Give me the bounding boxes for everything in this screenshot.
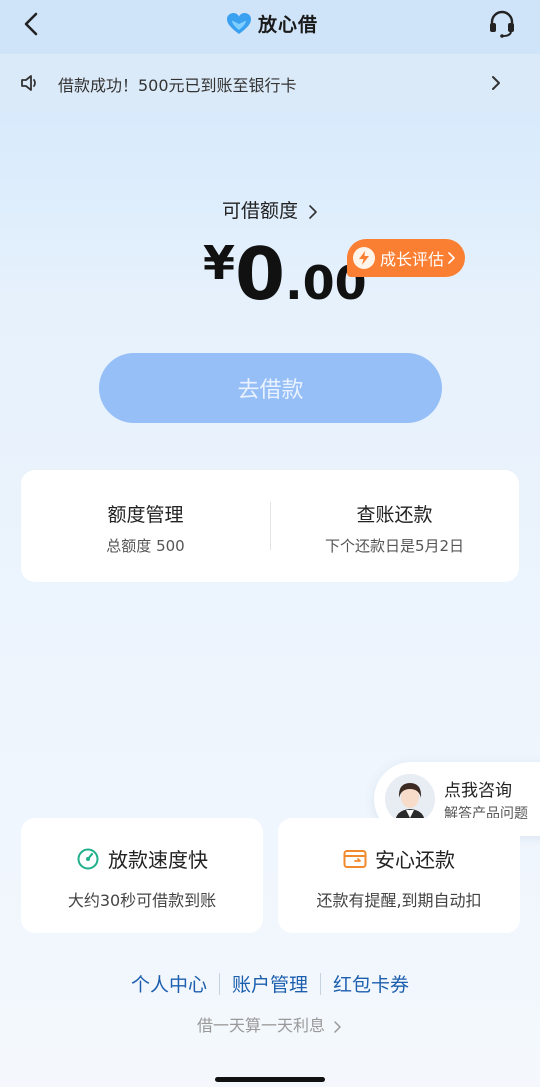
interest-note[interactable]: 借一天算一天利息	[0, 1012, 540, 1036]
repay-title: 查账还款	[356, 504, 433, 526]
agent-avatar	[385, 774, 435, 824]
growth-assessment-button[interactable]: 成长评估	[347, 239, 465, 277]
chevron-right-icon	[492, 76, 500, 90]
lightning-icon	[353, 247, 375, 269]
wallet-icon	[343, 849, 367, 868]
notice-text: 借款成功！500元已到账至银行卡	[58, 76, 297, 95]
feature-title: 放款速度快	[108, 848, 208, 872]
growth-label: 成长评估	[380, 250, 445, 269]
feature-desc: 大约30秒可借款到账	[67, 891, 217, 910]
speaker-icon	[21, 75, 36, 91]
divider	[218, 972, 220, 995]
consult-title: 点我咨询	[444, 781, 512, 801]
amount-integer: 0	[235, 232, 286, 316]
feature-card-fast: 放款速度快 大约30秒可借款到账	[21, 818, 263, 933]
app-logo: 放心借	[226, 10, 318, 37]
available-credit-link[interactable]: 可借额度	[0, 196, 540, 223]
home-indicator[interactable]	[215, 1077, 325, 1082]
back-arrow-icon[interactable]	[18, 10, 46, 38]
headset-icon[interactable]	[486, 8, 518, 40]
coupons-link[interactable]: 红包卡券	[333, 970, 409, 997]
feature-title: 安心还款	[375, 848, 455, 872]
borrow-button[interactable]: 去借款	[99, 353, 442, 423]
app-title: 放心借	[258, 14, 319, 36]
currency-symbol: ¥	[203, 236, 236, 290]
feature-card-repay: 安心还款 还款有提醒,到期自动扣	[278, 818, 520, 933]
bottom-links: 个人中心 账户管理 红包卡券	[0, 970, 540, 997]
credit-amount: ¥0.00	[203, 232, 367, 316]
heart-logo-icon	[227, 12, 251, 34]
quota-title: 额度管理	[107, 504, 184, 526]
feature-desc: 还款有提醒,到期自动扣	[316, 891, 482, 910]
interest-note-text: 借一天算一天利息	[196, 1016, 325, 1035]
chevron-right-icon	[309, 204, 317, 219]
quota-management-button[interactable]: 额度管理 总额度 500	[21, 470, 270, 582]
available-credit-label: 可借额度	[221, 200, 298, 222]
speed-icon	[77, 848, 99, 869]
top-bar: 放心借	[0, 0, 540, 54]
account-management-card: 额度管理 总额度 500 查账还款 下个还款日是5月2日	[21, 470, 519, 582]
bill-repay-button[interactable]: 查账还款 下个还款日是5月2日	[270, 470, 519, 582]
quota-subtitle: 总额度 500	[106, 537, 185, 555]
personal-center-link[interactable]: 个人中心	[131, 970, 207, 997]
repay-subtitle: 下个还款日是5月2日	[324, 537, 465, 555]
account-management-link[interactable]: 账户管理	[232, 970, 308, 997]
chevron-right-icon	[448, 252, 455, 264]
divider	[320, 972, 321, 995]
notice-bar[interactable]: 借款成功！500元已到账至银行卡	[0, 54, 540, 112]
chevron-right-icon	[334, 1020, 341, 1033]
